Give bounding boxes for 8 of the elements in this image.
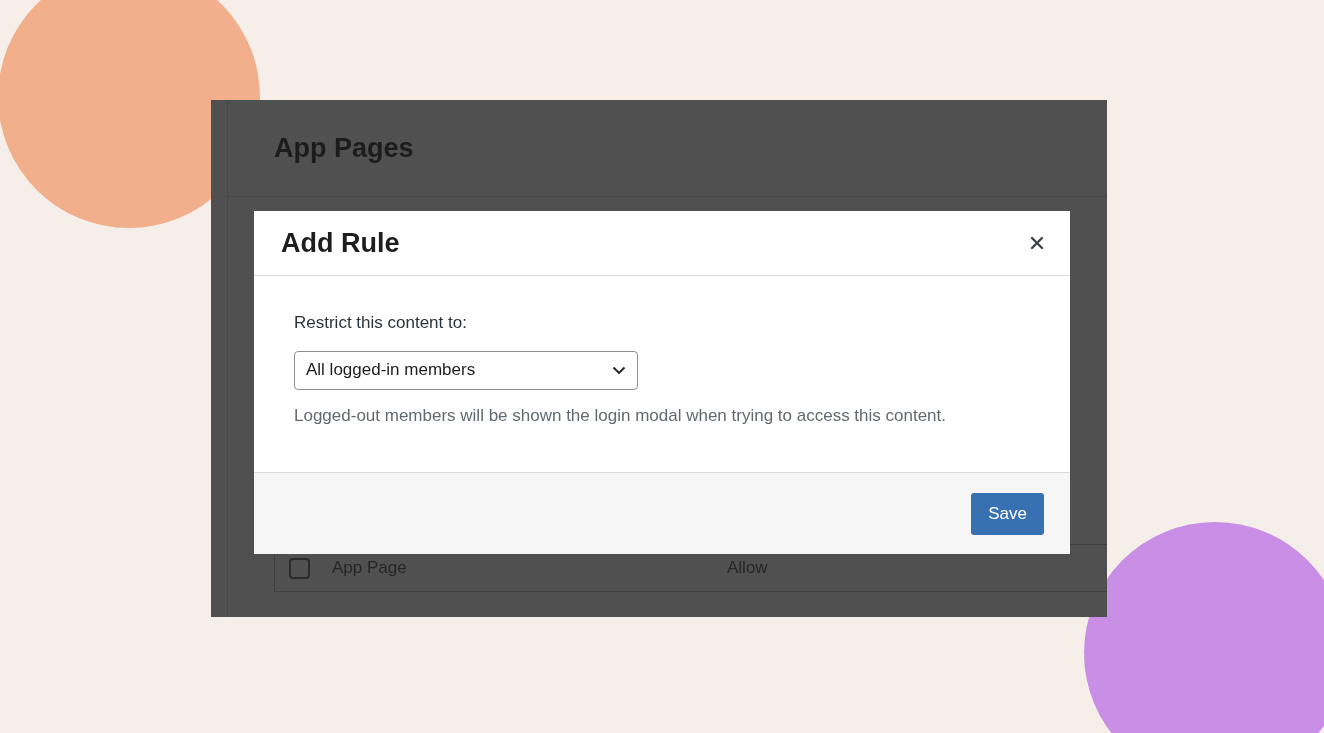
- field-label: Restrict this content to:: [294, 312, 468, 334]
- row-checkbox[interactable]: [289, 557, 310, 579]
- help-text: Logged-out members will be shown the login modal when trying to access this content.: [294, 404, 948, 427]
- dropdown-select[interactable]: All logged-in members: [294, 350, 638, 390]
- save-button[interactable]: Save: [971, 492, 1044, 535]
- close-icon[interactable]: [1030, 236, 1044, 250]
- modal-title: Add Rule: [281, 226, 400, 260]
- chevron-down-icon: [612, 365, 626, 375]
